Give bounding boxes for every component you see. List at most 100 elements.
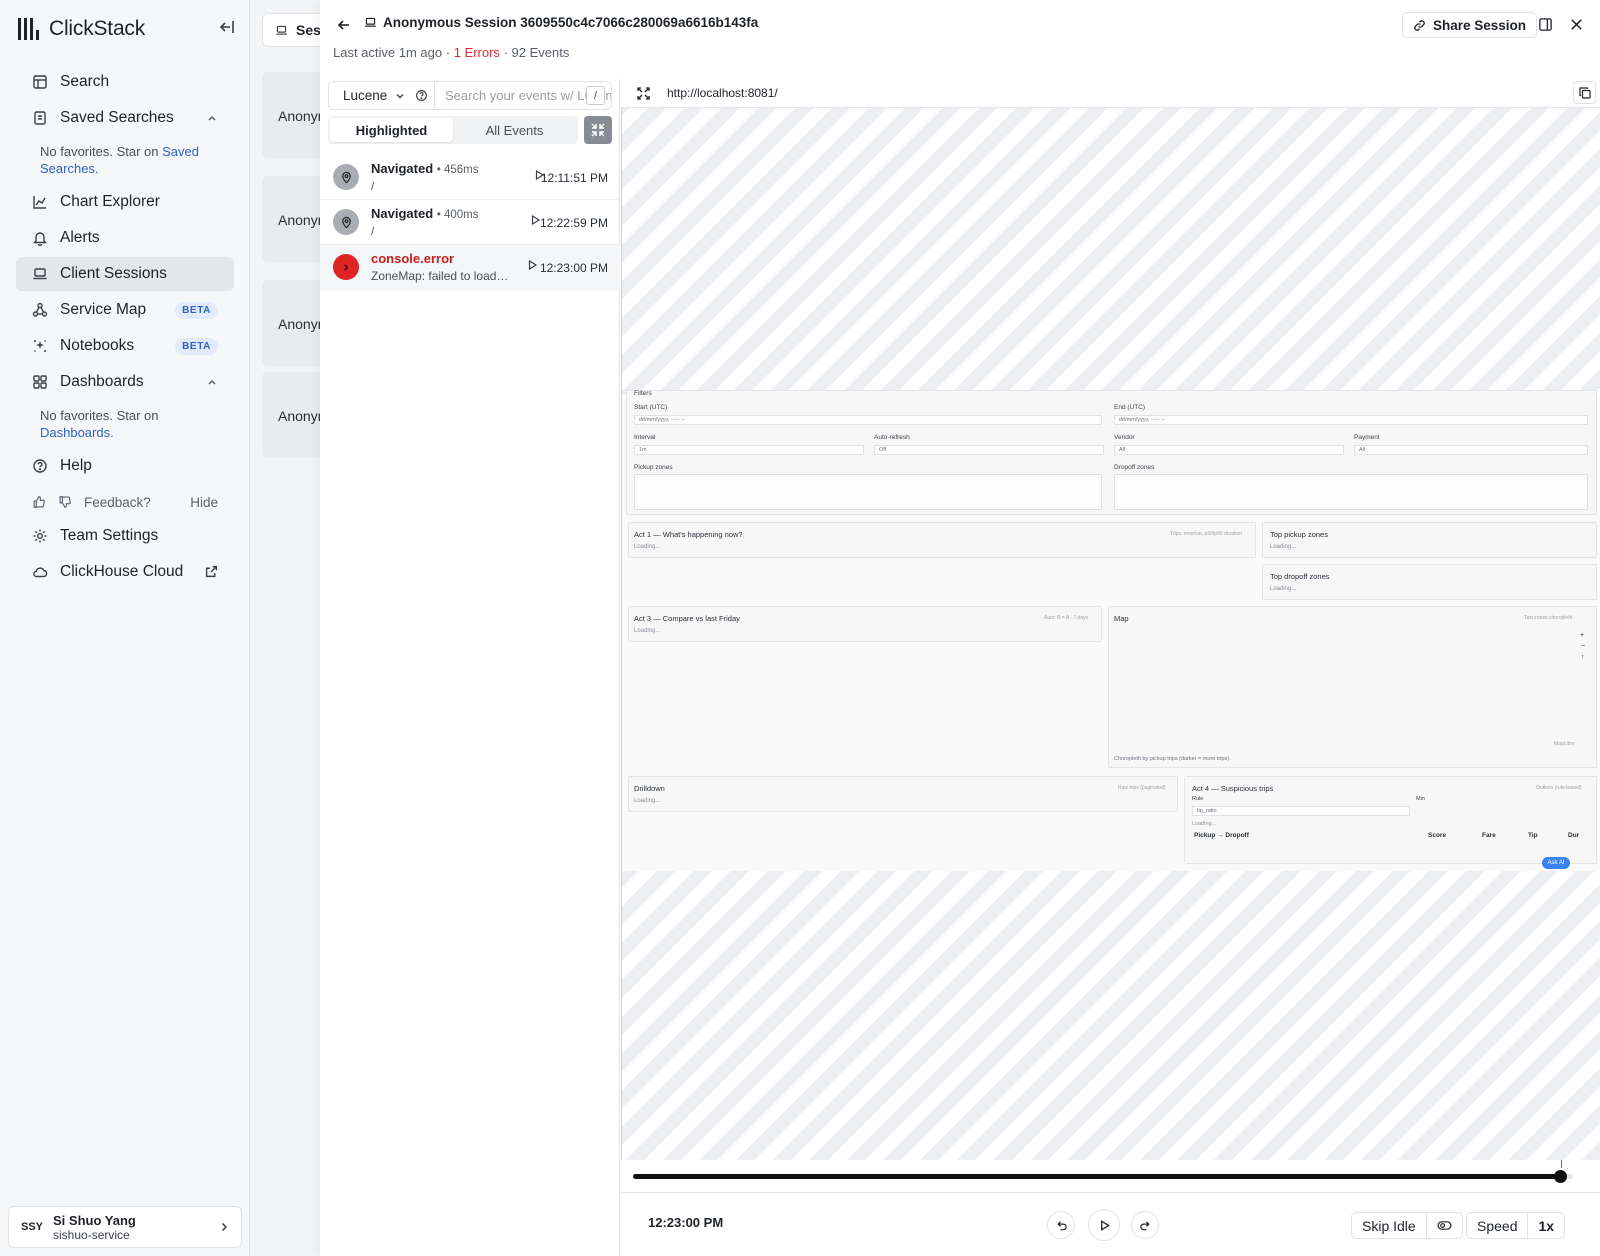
collapse-sidebar-icon[interactable] <box>218 18 236 36</box>
location-pin-icon <box>341 216 351 228</box>
close-icon[interactable] <box>1569 17 1584 32</box>
event-type-badge <box>333 209 359 235</box>
sidebar-item-label: ClickHouse Cloud <box>60 563 184 580</box>
brand[interactable]: ClickStack <box>18 16 145 42</box>
chart-icon <box>33 196 46 209</box>
replay-url-bar: http://localhost:8081/ <box>621 79 1600 108</box>
event-title-text: Navigated <box>371 206 434 221</box>
top-dropoff-loading: Loading... <box>1270 586 1297 592</box>
sidebar-item-help[interactable]: Help <box>16 449 234 483</box>
event-row[interactable]: Navigated • 400ms / 12:22:59 PM <box>320 200 620 245</box>
note-text: No favorites. Star on <box>40 408 159 423</box>
sidebar-nav: Search Saved Searches No favorites. Star… <box>16 65 234 591</box>
act4-loading: Loading... <box>1192 821 1217 827</box>
user-menu[interactable]: SSY Si Shuo Yang sishuo-service <box>8 1206 242 1248</box>
event-duration: • 400ms <box>436 209 479 221</box>
laptop-icon <box>276 25 287 35</box>
sessions-tab-label: Ses <box>296 22 321 38</box>
act1-title: Act 1 — What's happening now? <box>634 530 743 539</box>
play-button[interactable] <box>1088 1209 1120 1241</box>
act4-subtitle: Outliers (rule-based) <box>1536 785 1582 791</box>
back-arrow-icon[interactable] <box>336 17 352 33</box>
act1-panel <box>628 522 1256 558</box>
col-route: Pickup → Dropoff <box>1194 832 1249 839</box>
event-list: Navigated • 456ms / 12:11:51 PM Navigate… <box>320 155 620 290</box>
min-label: Min <box>1416 796 1425 802</box>
event-search-input[interactable]: Search your events w/ Lucene / <box>435 82 611 109</box>
thumbs-down-icon[interactable] <box>58 495 72 509</box>
fullscreen-icon[interactable] <box>637 87 650 100</box>
sidebar-item-team-settings[interactable]: Team Settings <box>16 519 234 553</box>
dashboards-link[interactable]: Dashboards. <box>40 425 114 440</box>
error-marker[interactable] <box>1561 1160 1562 1168</box>
collapse-button[interactable] <box>584 116 612 144</box>
sidebar-item-alerts[interactable]: Alerts <box>16 221 234 255</box>
map-subtitle: Taxi zones choropleth <box>1524 615 1573 621</box>
timeline-handle[interactable] <box>1553 1170 1567 1183</box>
sidebar-item-clickhouse-cloud[interactable]: ClickHouse Cloud <box>16 555 234 589</box>
chevron-up-icon[interactable] <box>206 112 218 124</box>
events-panel: Lucene Search your events w/ Lucene / Hi… <box>320 79 620 1256</box>
vendor-select: All <box>1114 445 1344 455</box>
sidebar-item-dashboards[interactable]: Dashboards <box>16 365 234 399</box>
user-team: sishuo-service <box>53 1227 130 1242</box>
skip-idle-toggle[interactable] <box>1425 1213 1462 1238</box>
event-row[interactable]: console.error ZoneMap: failed to load ma… <box>320 245 620 290</box>
rewind-button[interactable] <box>1047 1211 1075 1239</box>
help-icon <box>33 459 47 473</box>
feedback-row: Feedback? Hide <box>16 485 234 519</box>
sidebar-item-chart-explorer[interactable]: Chart Explorer <box>16 185 234 219</box>
autorefresh-select: Off <box>874 445 1104 455</box>
thumbs-up-icon[interactable] <box>32 495 46 509</box>
error-count[interactable]: 1 Errors <box>454 45 500 60</box>
replay-viewport: Filters Start (UTC) dd/mm/yyyy, --:-- --… <box>621 108 1600 1160</box>
sidebar-item-label: Dashboards <box>60 373 144 390</box>
sidebar-item-label: Saved Searches <box>60 109 174 126</box>
sidebar-item-service-map[interactable]: Service Map BETA <box>16 293 234 327</box>
chevron-up-icon[interactable] <box>206 376 218 388</box>
sidebar-item-label: Chart Explorer <box>60 193 160 210</box>
replay-url: http://localhost:8081/ <box>667 86 778 100</box>
end-date-field: dd/mm/yyyy, --:-- -- <box>1114 415 1588 425</box>
grid-icon <box>33 375 47 389</box>
event-timestamp: 12:22:59 PM <box>539 216 608 230</box>
event-type-badge <box>333 254 359 280</box>
payment-label: Payment <box>1354 434 1380 441</box>
rule-label: Rule <box>1192 796 1204 802</box>
col-tip: Tip <box>1528 832 1538 839</box>
top-pickup-loading: Loading... <box>1270 544 1297 550</box>
sidebar-item-search[interactable]: Search <box>16 65 234 99</box>
event-title: console.error <box>371 251 455 266</box>
event-row[interactable]: Navigated • 456ms / 12:11:51 PM <box>320 155 620 200</box>
forward-button[interactable] <box>1131 1211 1159 1239</box>
play-from-here-icon[interactable] <box>531 215 540 225</box>
beta-badge: BETA <box>175 338 218 355</box>
panel-layout-icon[interactable] <box>1538 17 1553 32</box>
play-from-here-icon[interactable] <box>528 260 537 270</box>
event-subtitle: ZoneMap: failed to load map <box>371 269 511 283</box>
speed-label[interactable]: Speed <box>1467 1213 1527 1238</box>
share-session-button[interactable]: Share Session <box>1402 12 1538 38</box>
sidebar-item-client-sessions[interactable]: Client Sessions <box>16 257 234 291</box>
act3-panel <box>628 606 1102 642</box>
help-icon[interactable] <box>415 89 428 102</box>
feedback-hide-button[interactable]: Hide <box>190 495 218 510</box>
end-label: End (UTC) <box>1114 404 1146 411</box>
copy-url-button[interactable] <box>1573 81 1596 104</box>
sidebar-item-notebooks[interactable]: Notebooks BETA <box>16 329 234 363</box>
skip-idle-button[interactable]: Skip Idle <box>1352 1213 1426 1238</box>
act1-loading: Loading... <box>634 544 661 550</box>
sidebar-item-saved-searches[interactable]: Saved Searches <box>16 101 234 135</box>
map-title: Map <box>1114 614 1129 623</box>
tab-all-events[interactable]: All Events <box>453 118 576 142</box>
drilldown-title: Drilldown <box>634 784 665 793</box>
speed-value[interactable]: 1x <box>1527 1213 1564 1238</box>
tab-highlighted[interactable]: Highlighted <box>330 118 453 142</box>
query-language-select[interactable]: Lucene <box>329 82 435 109</box>
pickup-zones-label: Pickup zones <box>634 464 673 471</box>
timeline-scrubber[interactable] <box>633 1160 1573 1183</box>
sidebar-item-label: Search <box>60 73 110 90</box>
clickstack-logo-icon <box>18 18 39 40</box>
rewind-icon <box>1056 1220 1067 1230</box>
event-subtitle: / <box>371 179 375 193</box>
